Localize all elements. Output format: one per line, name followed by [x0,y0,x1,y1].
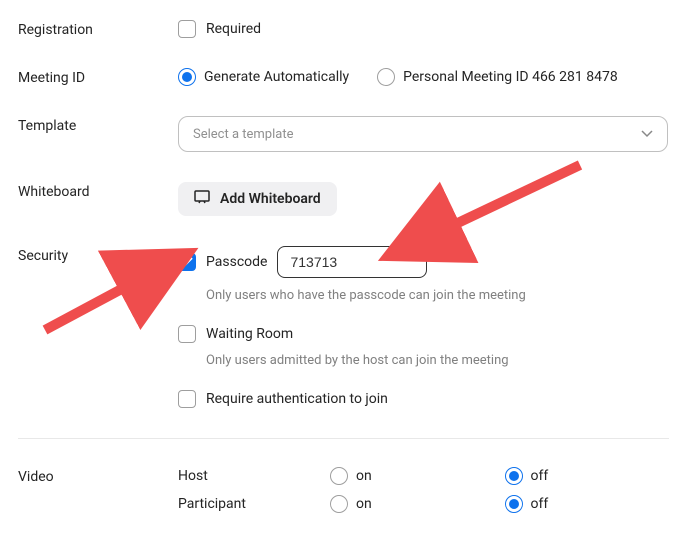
section-divider [18,438,669,439]
template-label: Template [18,116,178,134]
passcode-input[interactable] [277,246,427,278]
video-participant-off-radio[interactable] [505,495,523,513]
whiteboard-icon [194,190,210,208]
video-host-off-option[interactable]: off [505,467,670,485]
chevron-down-icon [641,127,653,142]
waiting-room-hint: Only users admitted by the host can join… [206,353,669,368]
video-participant-off-label: off [531,496,549,512]
video-host-on-option[interactable]: on [330,467,493,485]
meeting-id-pmi-option[interactable]: Personal Meeting ID 466 281 8478 [377,68,618,86]
meeting-id-pmi-radio[interactable] [377,68,395,86]
video-participant-on-radio[interactable] [330,495,348,513]
video-host-off-label: off [531,468,549,484]
video-host-on-radio[interactable] [330,467,348,485]
whiteboard-label: Whiteboard [18,182,178,200]
video-host-on-label: on [356,468,372,484]
require-auth-checkbox[interactable] [178,390,196,408]
template-placeholder: Select a template [193,127,293,142]
add-whiteboard-button[interactable]: Add Whiteboard [178,182,337,216]
meeting-id-auto-option[interactable]: Generate Automatically [178,68,349,86]
video-participant-off-option[interactable]: off [505,495,670,513]
registration-required-label: Required [206,21,261,37]
video-host-off-radio[interactable] [505,467,523,485]
video-participant-on-option[interactable]: on [330,495,493,513]
meeting-id-pmi-label: Personal Meeting ID 466 281 8478 [403,69,618,85]
waiting-room-label: Waiting Room [206,326,293,342]
passcode-checkbox[interactable] [178,253,196,271]
registration-label: Registration [18,20,178,38]
security-label: Security [18,246,178,264]
add-whiteboard-label: Add Whiteboard [220,191,321,207]
video-host-label: Host [178,468,318,484]
registration-required-checkbox[interactable] [178,20,196,38]
video-label: Video [18,467,178,485]
meeting-id-auto-radio[interactable] [178,68,196,86]
video-participant-on-label: on [356,496,372,512]
meeting-id-label: Meeting ID [18,68,178,86]
template-select[interactable]: Select a template [178,116,668,152]
waiting-room-checkbox[interactable] [178,325,196,343]
video-participant-label: Participant [178,496,318,512]
meeting-id-auto-label: Generate Automatically [204,69,349,85]
require-auth-label: Require authentication to join [206,391,388,407]
passcode-hint: Only users who have the passcode can joi… [206,288,669,303]
passcode-label: Passcode [206,254,267,270]
